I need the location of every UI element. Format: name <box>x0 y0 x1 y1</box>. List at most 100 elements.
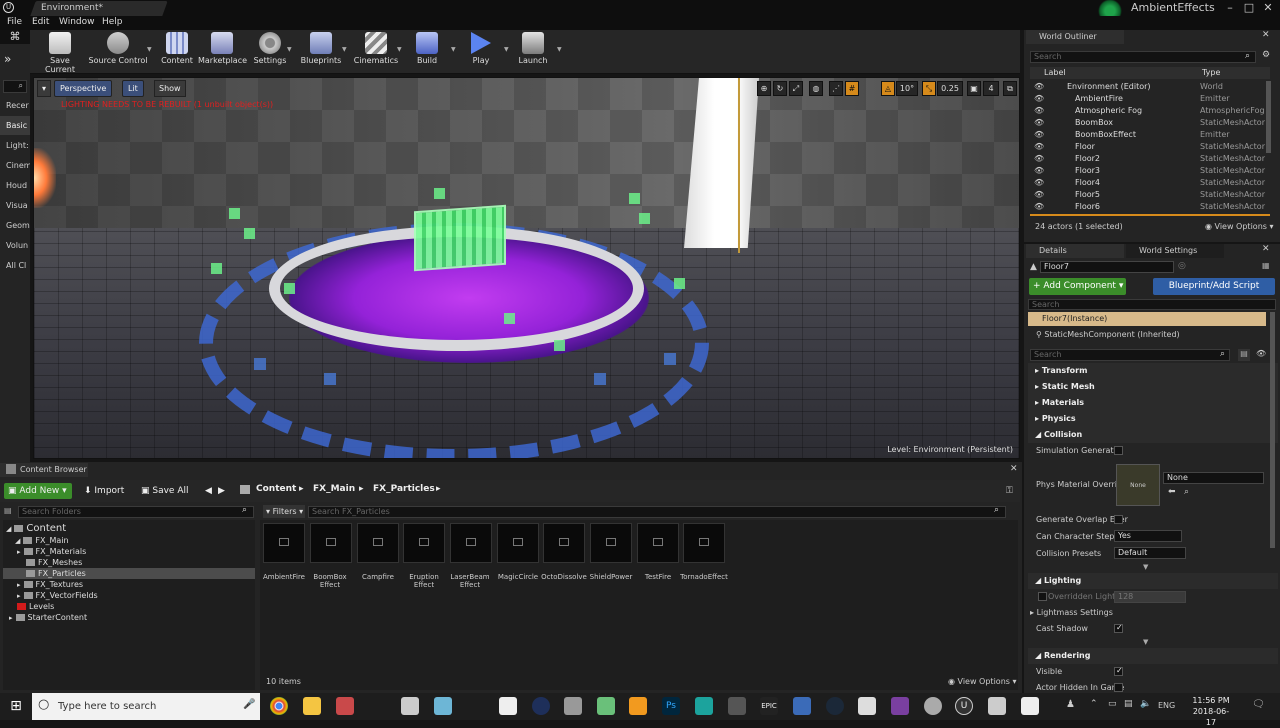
outliner-row[interactable]: 👁 Floor StaticMeshActor <box>1030 141 1270 153</box>
taskbar-app-icon[interactable] <box>924 697 942 715</box>
menu-window[interactable]: Window <box>59 17 95 27</box>
mode-cat-all-classes[interactable]: All Cl <box>0 256 30 275</box>
taskbar-app-icon[interactable] <box>336 697 354 715</box>
overridden-lightmap-checkbox[interactable] <box>1038 592 1047 601</box>
marketplace-button[interactable]: Marketplace <box>198 32 247 72</box>
tree-item[interactable]: ▸ FX_VectorFields <box>3 590 255 601</box>
phys-material-thumbnail[interactable]: None <box>1116 464 1160 506</box>
actor-hidden-checkbox[interactable] <box>1114 683 1123 692</box>
outliner-row[interactable]: 👁 Floor2 StaticMeshActor <box>1030 153 1270 165</box>
blueprints-dropdown-icon[interactable]: ▼ <box>342 46 348 53</box>
generate-overlap-checkbox[interactable] <box>1114 515 1123 524</box>
asset-thumbnail[interactable] <box>450 523 492 563</box>
asset-thumbnail[interactable] <box>357 523 399 563</box>
launch-button[interactable]: Launch <box>514 32 552 72</box>
use-selected-arrow-icon[interactable]: ⬅ <box>1168 487 1176 497</box>
details-close-icon[interactable]: ✕ <box>1262 244 1270 254</box>
visibility-eye-icon[interactable]: 👁 <box>1034 189 1044 201</box>
visibility-eye-icon[interactable]: 👁 <box>1034 129 1044 141</box>
play-dropdown-icon[interactable]: ▼ <box>504 46 510 53</box>
network-icon[interactable]: ▤ <box>1124 699 1133 709</box>
taskbar-app-icon[interactable] <box>629 697 647 715</box>
save-current-button[interactable]: Save Current <box>34 32 86 74</box>
lock-icon[interactable]: ◎ <box>1178 261 1186 271</box>
taskbar-app-icon[interactable] <box>988 697 1006 715</box>
outliner-row[interactable]: 👁 Floor6 StaticMeshActor <box>1030 201 1270 213</box>
details-tab[interactable]: Details <box>1026 244 1124 258</box>
source-control-button[interactable]: Source Control <box>88 32 148 72</box>
mode-cat-houdini[interactable]: Houd <box>0 176 30 195</box>
world-outliner-tab[interactable]: World Outliner <box>1026 30 1124 44</box>
blueprint-add-script-button[interactable]: Blueprint/Add Script <box>1153 278 1275 295</box>
blueprints-button[interactable]: Blueprints <box>298 32 344 72</box>
cinematics-dropdown-icon[interactable]: ▼ <box>397 46 403 53</box>
asset-thumbnail[interactable] <box>497 523 539 563</box>
prop-lightmass-settings[interactable]: ▸ Lightmass Settings <box>1030 608 1113 617</box>
surface-snap-icon[interactable]: ⋰ <box>829 81 843 96</box>
modes-search-icon[interactable]: ⌕ <box>3 80 27 93</box>
build-button[interactable]: Build <box>408 32 446 72</box>
taskbar-app-icon[interactable] <box>532 697 550 715</box>
tree-item[interactable]: ▸ StarterContent <box>3 612 255 623</box>
viewport-options-dropdown-icon[interactable]: ▾ <box>37 80 51 97</box>
content-browser-close-icon[interactable]: ✕ <box>1010 464 1018 474</box>
import-button[interactable]: ⬇ Import <box>80 483 128 499</box>
maximize-icon[interactable]: □ <box>1241 0 1257 16</box>
taskbar-app-icon[interactable] <box>434 697 452 715</box>
outliner-row[interactable]: 👁 BoomBox StaticMeshActor <box>1030 117 1270 129</box>
taskbar-app-icon[interactable] <box>499 697 517 715</box>
asset-thumbnail[interactable] <box>263 523 305 563</box>
outliner-row[interactable]: 👁 Atmospheric Fog AtmosphericFog <box>1030 105 1270 117</box>
visibility-eye-icon[interactable]: 👁 <box>1034 141 1044 153</box>
file-explorer-icon[interactable] <box>303 697 321 715</box>
notification-icon[interactable]: 🗨 <box>1252 699 1265 710</box>
breadcrumb-content[interactable]: Content <box>256 484 296 494</box>
add-component-button[interactable]: + Add Component ▾ <box>1029 278 1126 295</box>
rotation-snap-value[interactable]: 10° <box>896 81 918 96</box>
camera-speed-icon[interactable]: ▣ <box>967 81 981 96</box>
boombox-mesh[interactable] <box>414 204 506 272</box>
show-hidden-icons[interactable]: ⌃ <box>1090 699 1098 709</box>
epic-launcher-icon[interactable]: EPIC <box>760 697 778 715</box>
mode-cat-volumes[interactable]: Volun <box>0 236 30 255</box>
content-button[interactable]: Content <box>158 32 196 72</box>
chrome-icon[interactable] <box>270 697 288 715</box>
tree-item-selected[interactable]: FX_Particles <box>3 568 255 579</box>
level-viewport[interactable]: ▾ Perspective Lit Show LIGHTING NEEDS TO… <box>33 77 1020 459</box>
mode-cat-basic[interactable]: Basic <box>0 116 30 135</box>
scale-snap-value[interactable]: 0.25 <box>937 81 963 96</box>
modes-icon[interactable]: ⌘ <box>0 30 30 44</box>
taskbar-search-input[interactable]: Type here to search <box>32 693 260 720</box>
details-scrollbar[interactable] <box>1270 312 1275 548</box>
panel-close-icon[interactable]: ✕ <box>1262 30 1270 40</box>
visibility-eye-icon[interactable]: 👁 <box>1034 177 1044 189</box>
components-search-input[interactable]: Search <box>1028 299 1276 310</box>
onenote-icon[interactable] <box>891 697 909 715</box>
windows-start-icon[interactable]: ⊞ <box>0 693 32 720</box>
world-settings-tab[interactable]: World Settings <box>1126 244 1224 258</box>
asset-thumbnail[interactable] <box>637 523 679 563</box>
tree-item[interactable]: ◢ Content <box>3 523 255 534</box>
language-indicator[interactable]: ENG <box>1158 701 1175 710</box>
expand-icon[interactable]: » <box>4 52 11 66</box>
save-all-button[interactable]: ▣ Save All <box>137 483 193 499</box>
taskbar-app-icon[interactable] <box>564 697 582 715</box>
taskbar-app-icon[interactable] <box>858 697 876 715</box>
tray-icon[interactable]: ▭ <box>1108 699 1117 709</box>
unreal-engine-taskbar-icon[interactable]: U <box>955 697 973 715</box>
outliner-row[interactable]: 👁 Environment (Editor) World <box>1030 81 1270 93</box>
section-static-mesh[interactable]: ▸ Static Mesh <box>1028 379 1278 395</box>
visibility-eye-icon[interactable]: 👁 <box>1034 81 1044 93</box>
can-character-step-dropdown[interactable]: Yes <box>1114 530 1182 542</box>
details-search-input[interactable]: Search <box>1030 349 1230 361</box>
steam-icon[interactable] <box>826 697 844 715</box>
component-instance-row[interactable]: Floor7(Instance) <box>1028 312 1266 326</box>
scale-mode-icon[interactable]: ⤢ <box>789 81 803 96</box>
breadcrumb-fx-main[interactable]: FX_Main <box>313 484 355 494</box>
asset-thumbnail[interactable] <box>310 523 352 563</box>
play-button[interactable]: Play <box>462 32 500 72</box>
people-icon[interactable]: ♟ <box>1066 699 1075 710</box>
expand-lighting-icon[interactable]: ▼ <box>1143 638 1148 646</box>
close-icon[interactable]: ✕ <box>1260 0 1276 16</box>
lock-browser-icon[interactable]: ⚿ <box>1006 486 1013 496</box>
